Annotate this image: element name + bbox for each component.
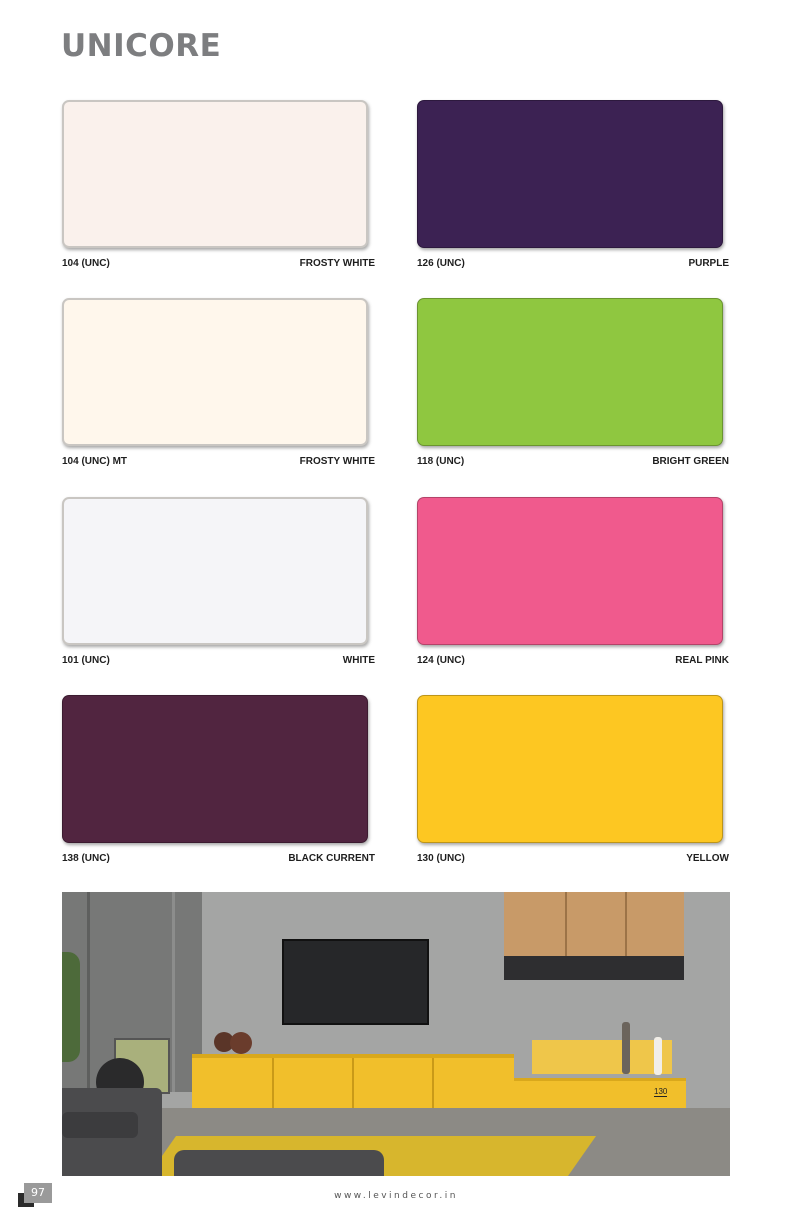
swatch-name: REAL PINK — [675, 655, 729, 666]
sofa-cushion — [62, 1112, 138, 1138]
wall-cabinet-gap — [565, 892, 567, 956]
sofa-seat — [174, 1150, 384, 1176]
swatch-code: 104 (UNC) MT — [62, 456, 128, 467]
swatch-name: FROSTY WHITE — [299, 456, 375, 467]
swatch-118-unc — [417, 298, 723, 446]
swatch-138-unc — [62, 695, 368, 843]
swatch-code: 104 (UNC) — [62, 258, 110, 269]
swatch-name: FROSTY WHITE — [299, 258, 375, 269]
swatch-130-unc — [417, 695, 723, 843]
wall-panel-groove — [172, 892, 175, 1092]
sideboard-door-line — [352, 1058, 354, 1108]
plant — [62, 952, 80, 1062]
page-title: UNICORE — [61, 28, 222, 64]
swatch-name: YELLOW — [686, 853, 729, 864]
swatch-code: 124 (UNC) — [417, 655, 465, 666]
swatch-name: PURPLE — [688, 258, 729, 269]
website-url: www.levindecor.in — [334, 1191, 458, 1201]
interior-photo: 130 — [62, 892, 730, 1176]
swatch-124-unc — [417, 497, 723, 645]
swatch-101-unc — [62, 497, 368, 645]
swatch-name: BRIGHT GREEN — [652, 456, 729, 467]
television — [282, 939, 429, 1025]
vase — [622, 1022, 630, 1074]
swatch-name: BLACK CURRENT — [288, 853, 375, 864]
decor-ball — [230, 1032, 252, 1054]
wall-cabinet-gap — [625, 892, 627, 956]
swatch-104-unc-mt — [62, 298, 368, 446]
swatch-code: 101 (UNC) — [62, 655, 110, 666]
cabinet-tag: 130 — [654, 1087, 668, 1097]
swatch-name: WHITE — [342, 655, 375, 666]
wall-cabinet — [504, 892, 684, 956]
sideboard-door-line — [272, 1058, 274, 1108]
sideboard-back-shelf — [532, 1040, 672, 1074]
swatch-code: 118 (UNC) — [417, 456, 465, 467]
swatch-code: 126 (UNC) — [417, 258, 465, 269]
open-shelf — [504, 956, 684, 980]
swatch-126-unc — [417, 100, 723, 248]
swatch-code: 130 (UNC) — [417, 853, 465, 864]
swatch-104-unc — [62, 100, 368, 248]
swatch-code: 138 (UNC) — [62, 853, 110, 864]
vase — [654, 1037, 662, 1075]
sideboard-door-line — [432, 1058, 434, 1108]
wall-panel-groove — [87, 892, 90, 1092]
